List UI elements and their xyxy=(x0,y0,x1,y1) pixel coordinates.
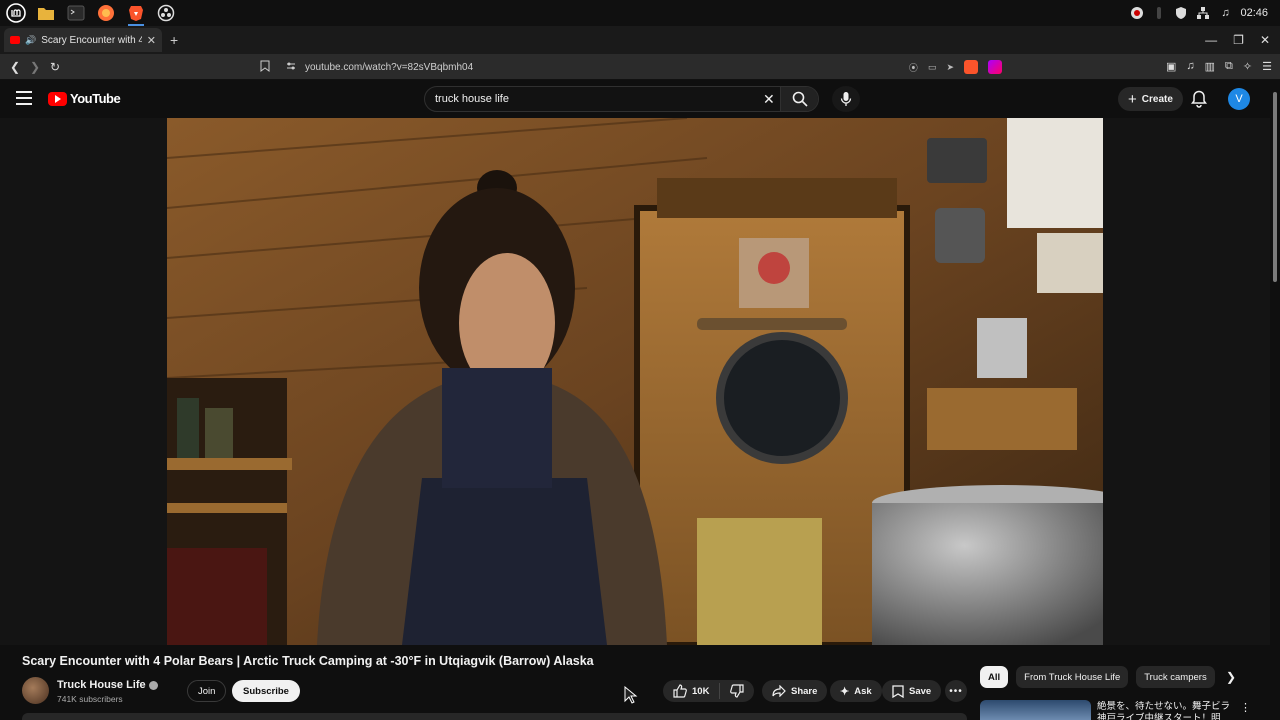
brave-shields-icon[interactable] xyxy=(964,60,978,74)
save-button[interactable]: Save xyxy=(882,680,942,702)
forward-icon[interactable]: ❯ xyxy=(25,60,45,74)
recommendation-thumbnail[interactable] xyxy=(980,700,1091,720)
cast-icon[interactable]: ▭ xyxy=(928,62,937,73)
close-tab-icon[interactable]: ✕ xyxy=(147,34,156,47)
video-title: Scary Encounter with 4 Polar Bears | Arc… xyxy=(22,654,594,668)
chip-all[interactable]: All xyxy=(980,666,1009,688)
shield-icon[interactable] xyxy=(1174,6,1188,20)
site-info-icon[interactable] xyxy=(286,61,296,74)
url-text: youtube.com/watch?v=82sVBqbmh04 xyxy=(305,61,474,73)
subscribe-button[interactable]: Subscribe xyxy=(232,680,300,702)
thumbs-up-icon xyxy=(673,684,687,698)
ask-button[interactable]: ✦ Ask xyxy=(830,680,882,702)
page-scrollbar[interactable] xyxy=(1270,80,1280,720)
dislike-button[interactable] xyxy=(720,680,754,702)
maximize-icon[interactable]: ❐ xyxy=(1233,33,1244,47)
share-arrow-icon xyxy=(772,685,786,697)
obs-icon[interactable] xyxy=(154,2,178,24)
music-note-icon[interactable]: ♫ xyxy=(1218,6,1232,20)
thumbs-down-icon xyxy=(730,684,745,698)
join-button[interactable]: Join xyxy=(187,680,227,702)
reload-icon[interactable]: ↻ xyxy=(45,60,65,74)
account-avatar[interactable]: V xyxy=(1228,88,1250,110)
scrollbar-thumb[interactable] xyxy=(1273,92,1277,282)
chip-from-channel[interactable]: From Truck House Life xyxy=(1016,666,1129,688)
wallet-icon[interactable]: ▣ xyxy=(1166,60,1176,73)
search-input[interactable] xyxy=(425,93,745,105)
youtube-header: YouTube ✕ + Create V xyxy=(0,80,1280,118)
description-box[interactable] xyxy=(22,713,967,720)
search-box: ✕ xyxy=(424,86,819,112)
os-taskbar: ♫ 02:46 xyxy=(0,0,1280,26)
firefox-icon[interactable] xyxy=(94,2,118,24)
leo-ai-icon[interactable]: ✧ xyxy=(1243,60,1252,73)
network-icon[interactable] xyxy=(1196,6,1210,20)
microphone-icon xyxy=(840,92,852,106)
youtube-favicon-icon xyxy=(10,36,20,44)
plus-icon: + xyxy=(1128,90,1137,108)
channel-avatar[interactable] xyxy=(22,677,49,704)
chips-next-icon[interactable]: ❯ xyxy=(1226,670,1236,684)
notifications-bell-icon[interactable] xyxy=(1191,90,1207,113)
browser-tab-strip: 🔊 Scary Encounter with 4 Po ✕ + — ❐ ✕ xyxy=(0,26,1280,54)
files-icon[interactable] xyxy=(34,2,58,24)
video-player-area[interactable] xyxy=(0,118,1270,645)
minimize-icon[interactable]: — xyxy=(1205,33,1217,47)
browser-menu-icon[interactable]: ☰ xyxy=(1262,60,1272,73)
youtube-logo[interactable]: YouTube xyxy=(48,91,121,106)
like-dislike-group: 10K xyxy=(663,680,755,702)
brave-rewards-icon[interactable] xyxy=(988,60,1002,74)
youtube-play-icon xyxy=(48,91,67,106)
browser-toolbar: ❮ ❯ ↻ youtube.com/watch?v=82sVBqbmh04 ⦿ … xyxy=(0,54,1280,80)
sidebar-icon[interactable]: ▥ xyxy=(1205,60,1215,73)
video-frame[interactable] xyxy=(167,118,1103,645)
brave-icon[interactable] xyxy=(124,2,148,26)
share-button[interactable]: Share xyxy=(762,680,828,702)
info-tray-icon[interactable] xyxy=(1152,6,1166,20)
video-actions-row: Truck House Life 741K subscribers Join S… xyxy=(22,677,972,705)
address-bar[interactable]: youtube.com/watch?v=82sVBqbmh04 ⦿ ▭ ➤ xyxy=(252,56,1002,78)
media-icon[interactable]: ♫ xyxy=(1186,60,1194,73)
incognito-icon[interactable]: ⦿ xyxy=(909,61,918,74)
more-actions-icon[interactable]: ••• xyxy=(945,680,967,702)
video-still-image xyxy=(167,118,1103,645)
channel-name[interactable]: Truck House Life xyxy=(57,679,158,691)
system-clock[interactable]: 02:46 xyxy=(1240,7,1268,19)
back-icon[interactable]: ❮ xyxy=(5,60,25,74)
create-button[interactable]: + Create xyxy=(1118,87,1183,111)
tab-title: Scary Encounter with 4 Po xyxy=(41,34,142,46)
recommendation-title[interactable]: 絶景を、待たせない。舞子ビラ神戸ライブ中継スタート！明 xyxy=(1097,701,1232,720)
bookmark-icon[interactable] xyxy=(260,60,270,75)
search-icon xyxy=(792,91,808,107)
bookmark-save-icon xyxy=(892,684,904,698)
terminal-icon[interactable] xyxy=(64,2,88,24)
clear-search-icon[interactable]: ✕ xyxy=(763,91,775,108)
send-icon[interactable]: ➤ xyxy=(946,62,954,73)
subscriber-count: 741K subscribers xyxy=(57,694,123,704)
close-window-icon[interactable]: ✕ xyxy=(1260,33,1270,47)
verified-badge-icon xyxy=(148,680,158,690)
obs-tray-icon[interactable] xyxy=(1130,6,1144,20)
chip-truck-campers[interactable]: Truck campers xyxy=(1136,666,1215,688)
browser-tab[interactable]: 🔊 Scary Encounter with 4 Po ✕ xyxy=(4,28,162,52)
sparkle-icon: ✦ xyxy=(840,685,850,698)
mouse-cursor-icon xyxy=(624,685,638,709)
recommendation-menu-icon[interactable]: ⋮ xyxy=(1240,701,1251,714)
voice-search-button[interactable] xyxy=(832,86,860,112)
mint-menu-icon[interactable] xyxy=(4,2,28,24)
screenshot-icon[interactable]: ⧉ xyxy=(1225,60,1233,73)
new-tab-button[interactable]: + xyxy=(170,32,178,48)
like-button[interactable]: 10K xyxy=(663,680,719,702)
search-button[interactable] xyxy=(780,87,818,111)
speaker-icon[interactable]: 🔊 xyxy=(25,35,36,46)
hamburger-menu-icon[interactable] xyxy=(16,91,32,105)
